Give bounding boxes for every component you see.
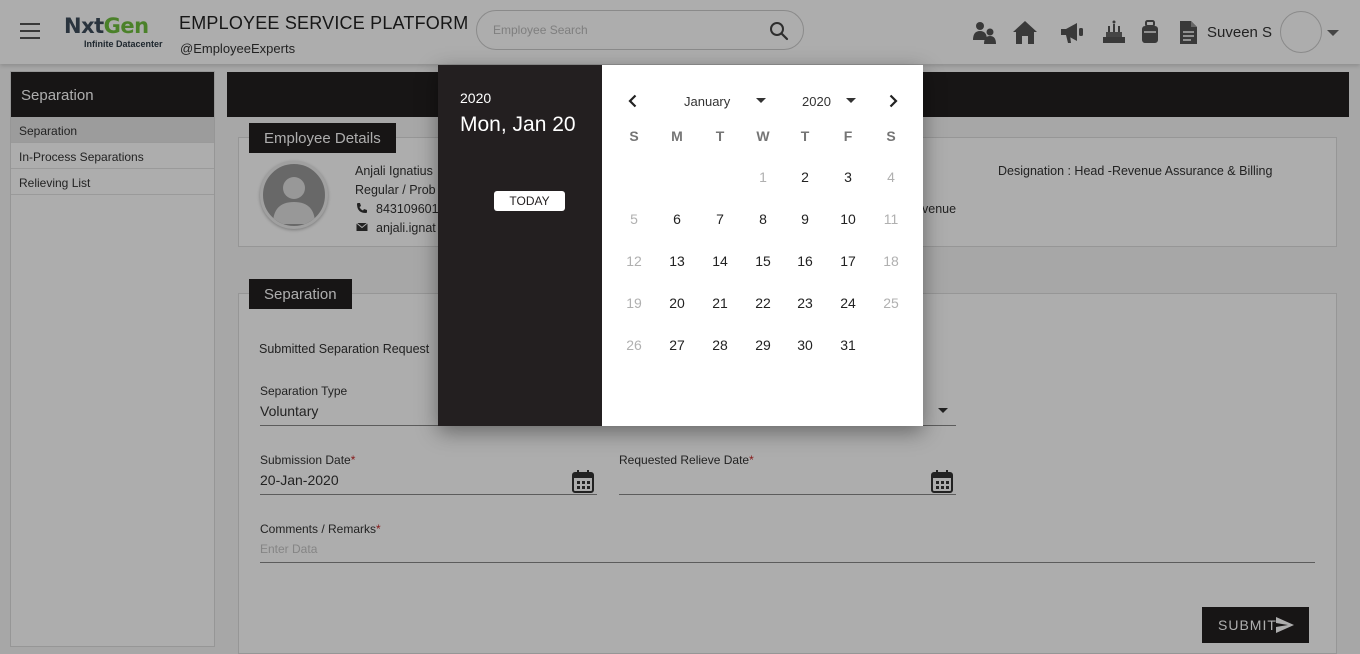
- calendar-day[interactable]: 9: [787, 204, 823, 234]
- calendar-day[interactable]: 24: [830, 288, 866, 318]
- calendar-day[interactable]: 22: [745, 288, 781, 318]
- calendar-day[interactable]: 8: [745, 204, 781, 234]
- calendar-day[interactable]: 14: [702, 246, 738, 276]
- calendar-day[interactable]: 16: [787, 246, 823, 276]
- calendar-day: 4: [887, 169, 895, 185]
- calendar-day[interactable]: 3: [830, 162, 866, 192]
- calendar-day: 18: [883, 253, 899, 269]
- calendar-day[interactable]: 17: [830, 246, 866, 276]
- year-select[interactable]: 2020: [802, 94, 831, 109]
- calendar-day: 12: [626, 253, 642, 269]
- calendar-day: 5: [630, 211, 638, 227]
- date-picker-header: 2020 Mon, Jan 20 TODAY: [438, 65, 602, 426]
- calendar-day[interactable]: 29: [745, 330, 781, 360]
- chevron-left-icon[interactable]: [626, 94, 640, 108]
- picker-selected-date: Mon, Jan 20: [460, 113, 576, 136]
- weekday-label: F: [843, 128, 853, 144]
- calendar-day[interactable]: 10: [830, 204, 866, 234]
- calendar-day: 1: [759, 169, 767, 185]
- picker-selected-year[interactable]: 2020: [460, 90, 491, 106]
- calendar-day[interactable]: 30: [787, 330, 823, 360]
- calendar-day[interactable]: 7: [702, 204, 738, 234]
- calendar-day[interactable]: 28: [702, 330, 738, 360]
- calendar-day[interactable]: 6: [659, 204, 695, 234]
- calendar-day[interactable]: 21: [702, 288, 738, 318]
- weekday-label: T: [715, 128, 725, 144]
- calendar-day[interactable]: 13: [659, 246, 695, 276]
- weekday-label: W: [756, 128, 770, 144]
- chevron-down-icon[interactable]: [756, 98, 766, 103]
- calendar-day: 26: [626, 337, 642, 353]
- month-select[interactable]: January: [684, 94, 730, 109]
- date-picker-calendar: January 2020 SMTWTFS 1 2 3 4 5 6 7 8 9 10 11 12 13 14…: [602, 65, 923, 426]
- weekday-label: S: [629, 128, 639, 144]
- calendar-day[interactable]: 2: [787, 162, 823, 192]
- date-picker-dialog: 2020 Mon, Jan 20 TODAY January 2020 S M T W…: [438, 65, 923, 426]
- weekday-label: S: [886, 128, 896, 144]
- calendar-day[interactable]: 27: [659, 330, 695, 360]
- weekday-label: M: [671, 128, 683, 144]
- chevron-right-icon[interactable]: [886, 94, 900, 108]
- chevron-down-icon[interactable]: [846, 98, 856, 103]
- calendar-day[interactable]: 31: [830, 330, 866, 360]
- calendar-day: 19: [626, 295, 642, 311]
- calendar-day[interactable]: 23: [787, 288, 823, 318]
- calendar-day: 25: [883, 295, 899, 311]
- calendar-day[interactable]: 15: [745, 246, 781, 276]
- today-button[interactable]: TODAY: [494, 191, 565, 211]
- weekday-label: T: [800, 128, 810, 144]
- calendar-day: 11: [883, 211, 899, 227]
- calendar-day[interactable]: 20: [659, 288, 695, 318]
